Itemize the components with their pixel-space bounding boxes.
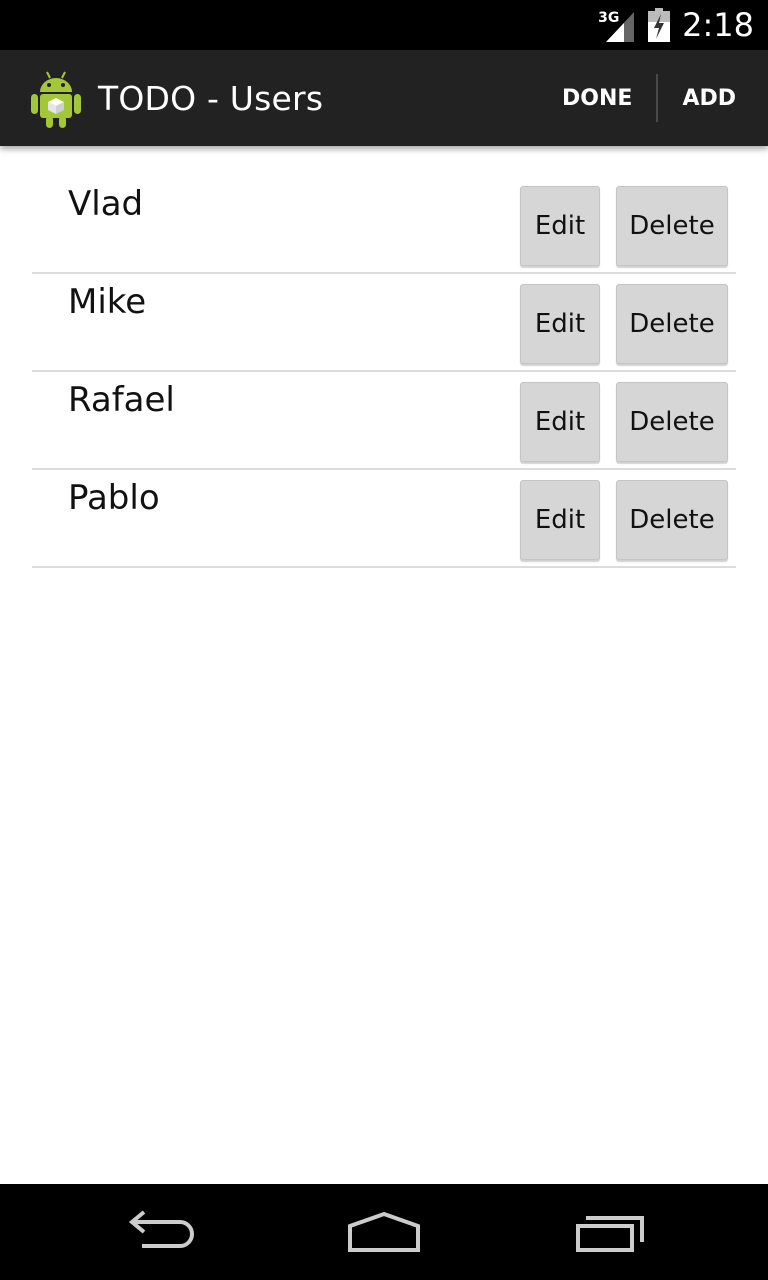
user-name: Rafael xyxy=(68,380,175,420)
edit-button[interactable]: Edit xyxy=(520,382,600,462)
done-button[interactable]: DONE xyxy=(538,50,656,146)
delete-button[interactable]: Delete xyxy=(616,284,728,364)
android-icon[interactable] xyxy=(30,68,82,128)
list-item: Rafael Edit Delete xyxy=(32,372,736,470)
list-item: Mike Edit Delete xyxy=(32,274,736,372)
user-name: Vlad xyxy=(68,184,144,224)
clock: 2:18 xyxy=(682,6,754,44)
home-icon[interactable] xyxy=(344,1204,424,1260)
action-bar: TODO - Users DONE ADD xyxy=(0,50,768,146)
edit-button[interactable]: Edit xyxy=(520,284,600,364)
navigation-bar xyxy=(0,1184,768,1280)
back-icon[interactable] xyxy=(120,1204,200,1260)
delete-button[interactable]: Delete xyxy=(616,382,728,462)
signal-icon xyxy=(606,12,635,42)
user-list: Vlad Edit Delete Mike Edit Delete Rafael… xyxy=(32,176,736,568)
screen: 3G 2:18 TODO - Users DONE ADD Vlad Edit … xyxy=(0,0,768,1280)
recents-icon[interactable] xyxy=(568,1204,648,1260)
battery-charging-icon xyxy=(648,8,671,42)
edit-button[interactable]: Edit xyxy=(520,186,600,266)
delete-button[interactable]: Delete xyxy=(616,480,728,560)
edit-button[interactable]: Edit xyxy=(520,480,600,560)
signal-indicator: 3G xyxy=(598,6,638,44)
list-item: Pablo Edit Delete xyxy=(32,470,736,568)
list-item: Vlad Edit Delete xyxy=(32,176,736,274)
user-name: Mike xyxy=(68,282,147,322)
user-name: Pablo xyxy=(68,478,160,518)
page-title: TODO - Users xyxy=(98,78,324,118)
delete-button[interactable]: Delete xyxy=(616,186,728,266)
add-button[interactable]: ADD xyxy=(658,50,768,146)
action-bar-actions: DONE ADD xyxy=(538,50,768,146)
status-bar: 3G 2:18 xyxy=(0,0,768,50)
